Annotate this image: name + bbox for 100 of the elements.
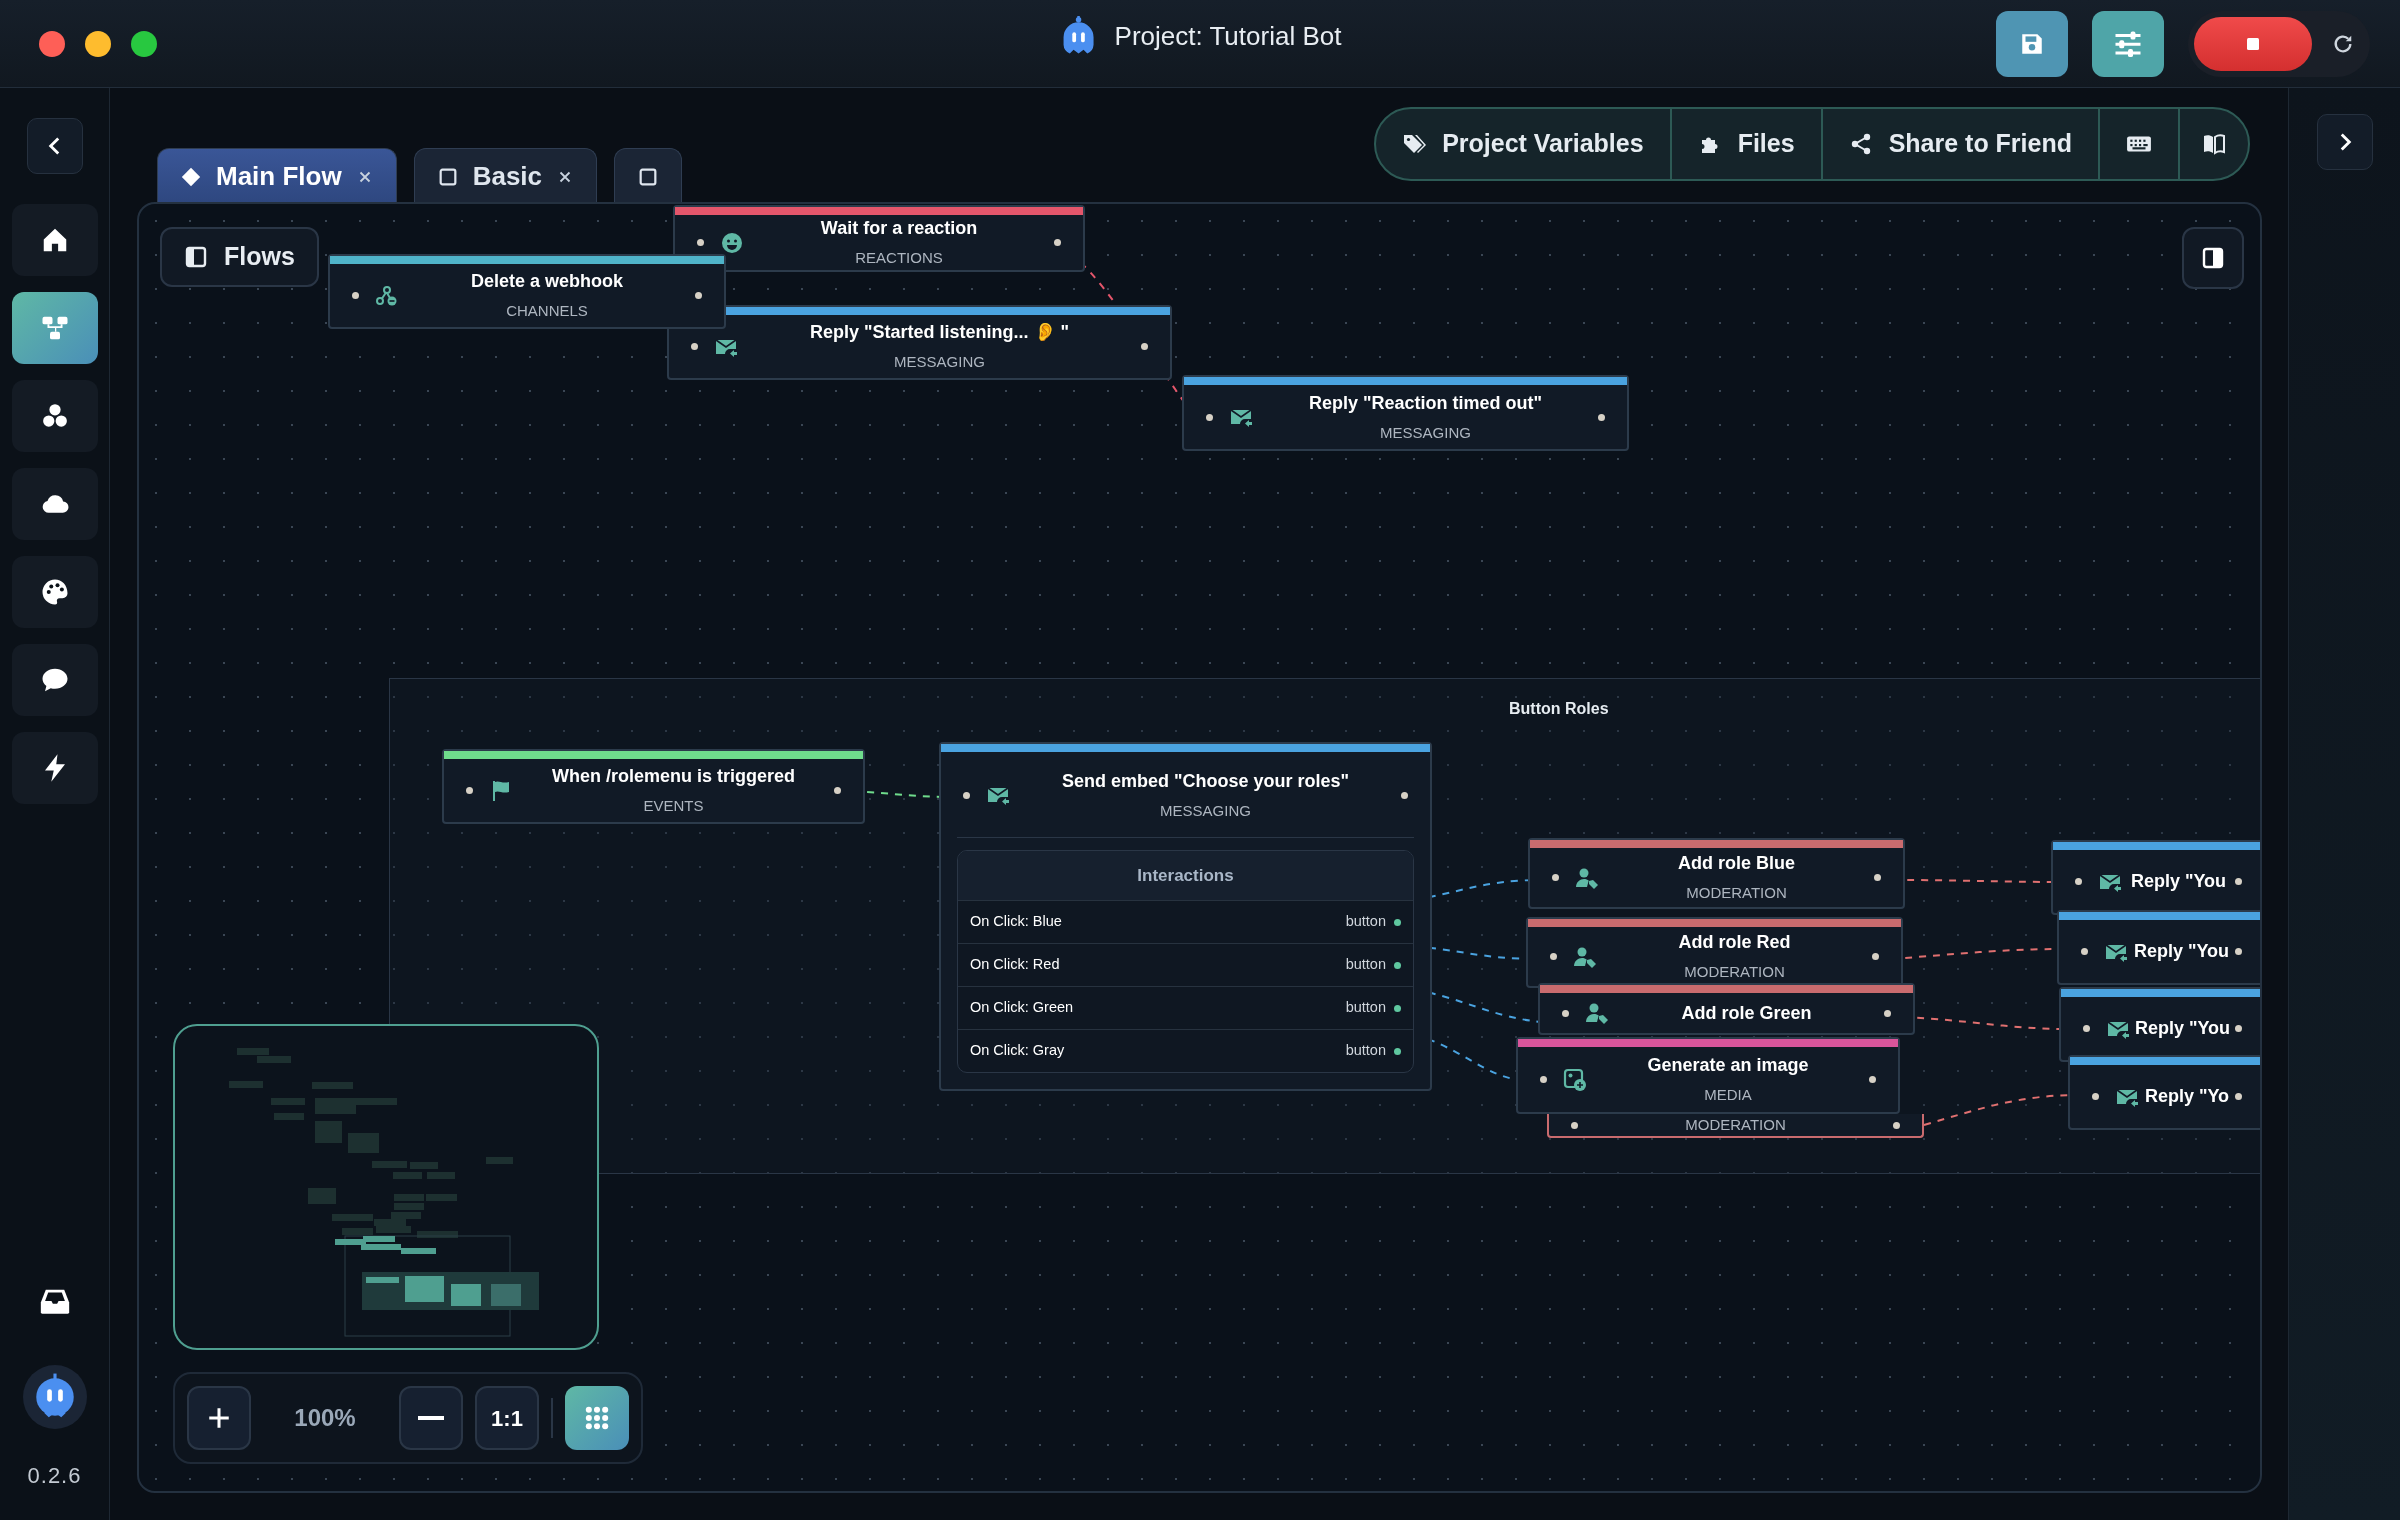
- close-window-button[interactable]: [39, 30, 65, 57]
- maximize-window-button[interactable]: [131, 30, 157, 57]
- flow-node[interactable]: Add role Green: [1538, 983, 1915, 1035]
- flow-node[interactable]: Generate an image MEDIA: [1516, 1037, 1900, 1114]
- collapse-button[interactable]: [26, 118, 83, 174]
- port-dot[interactable]: [1206, 413, 1213, 421]
- node-category: MESSAGING: [1380, 422, 1471, 443]
- port-dot[interactable]: [1562, 1009, 1569, 1017]
- port-dot[interactable]: [1552, 874, 1559, 881]
- port-dot[interactable]: [1571, 1121, 1578, 1129]
- interaction-label: On Click: Gray: [970, 1041, 1066, 1061]
- node-category: MESSAGING: [1160, 801, 1251, 821]
- node-title: Reply "You: [2134, 1017, 2231, 1040]
- grid-toggle-button[interactable]: [565, 1386, 629, 1450]
- zoom-level: 100%: [293, 1403, 357, 1433]
- node-title: Reply "Started listening... 👂 ": [809, 321, 1070, 345]
- sidebar-item[interactable]: [11, 380, 98, 452]
- port-dot[interactable]: [2075, 878, 2082, 885]
- flow-node[interactable]: Send embed "Choose your roles" MESSAGING Interactions On Click: Blue button On Click: Red button On Click: Green button On Click: Gray button: [939, 742, 1432, 1091]
- port-dot[interactable]: [1394, 961, 1401, 969]
- port-dot[interactable]: [691, 343, 698, 350]
- reset-zoom-button[interactable]: 1:1: [475, 1386, 539, 1450]
- node-title: Reply "You: [2130, 870, 2227, 893]
- interaction-type: button: [1345, 998, 1386, 1018]
- minimize-window-button[interactable]: [85, 30, 111, 57]
- port-dot[interactable]: [1598, 413, 1605, 421]
- window-title: Project: Tutorial Bot: [1114, 19, 1342, 53]
- sidebar-item[interactable]: [11, 204, 98, 276]
- flow-tab[interactable]: Basic: [413, 148, 598, 204]
- interaction-row[interactable]: On Click: Blue button: [958, 900, 1413, 943]
- flow-node[interactable]: MODERATION: [1547, 1114, 1924, 1138]
- port-dot[interactable]: [697, 239, 704, 246]
- toolbar-button[interactable]: Files: [1671, 109, 1823, 179]
- port-dot[interactable]: [1893, 1121, 1900, 1129]
- panel-header: Interactions: [958, 850, 1413, 900]
- zoom-out-button[interactable]: [399, 1386, 463, 1450]
- interaction-row[interactable]: On Click: Green button: [958, 986, 1413, 1029]
- node-title: Add role Red: [1678, 931, 1791, 955]
- minus-icon: [418, 1416, 444, 1420]
- save-button[interactable]: [1996, 10, 2068, 77]
- flow-node[interactable]: Reply "Reaction timed out" MESSAGING: [1182, 375, 1629, 451]
- port-dot[interactable]: [1872, 953, 1879, 960]
- flow-node[interactable]: Reply "Started listening... 👂 " MESSAGING: [667, 305, 1172, 380]
- port-dot[interactable]: [1874, 874, 1881, 881]
- toolbar-button[interactable]: Share to Friend: [1822, 109, 2100, 179]
- node-title: Delete a webhook: [470, 270, 623, 294]
- node-category: REACTIONS: [855, 248, 943, 269]
- flow-node[interactable]: When /rolemenu is triggered EVENTS: [442, 749, 865, 824]
- flow-tab[interactable]: Main Flow: [157, 148, 397, 204]
- flow-node[interactable]: Reply "You: [2051, 840, 2260, 915]
- port-dot[interactable]: [2235, 1093, 2242, 1100]
- interaction-row[interactable]: On Click: Gray button: [958, 1029, 1413, 1072]
- expand-button[interactable]: [2316, 114, 2373, 170]
- port-dot[interactable]: [352, 292, 359, 299]
- refresh-icon[interactable]: [2332, 32, 2354, 55]
- port-dot[interactable]: [2083, 1025, 2090, 1032]
- flow-node[interactable]: Delete a webhook CHANNELS: [328, 254, 726, 329]
- port-dot[interactable]: [2235, 948, 2242, 955]
- flow-node[interactable]: Add role Red MODERATION: [1526, 917, 1903, 988]
- port-dot[interactable]: [1394, 1004, 1401, 1012]
- node-title: When /rolemenu is triggered: [551, 765, 795, 789]
- sidebar-item[interactable]: [11, 468, 98, 540]
- port-dot[interactable]: [1054, 239, 1061, 246]
- port-dot[interactable]: [2235, 878, 2242, 885]
- port-dot[interactable]: [1869, 1076, 1876, 1083]
- port-dot[interactable]: [2092, 1093, 2099, 1100]
- zoom-in-button[interactable]: [187, 1386, 251, 1450]
- flow-node[interactable]: Reply "You: [2057, 910, 2260, 985]
- flow-node[interactable]: Wait for a reaction REACTIONS: [673, 205, 1085, 272]
- sidebar-item[interactable]: [11, 732, 98, 804]
- sidebar-item[interactable]: [11, 556, 98, 628]
- panel-toggle-button[interactable]: [2182, 227, 2244, 289]
- settings-button[interactable]: [2092, 10, 2164, 77]
- port-dot[interactable]: [466, 787, 473, 794]
- stop-button[interactable]: [2194, 16, 2312, 71]
- port-dot[interactable]: [1394, 1047, 1401, 1055]
- port-dot[interactable]: [1394, 918, 1401, 926]
- sidebar-item[interactable]: [11, 292, 98, 364]
- port-dot[interactable]: [1540, 1076, 1547, 1083]
- port-dot[interactable]: [963, 791, 970, 799]
- diamond-icon: [180, 165, 202, 188]
- flow-tab[interactable]: [614, 148, 683, 204]
- flow-node[interactable]: Reply "Yo: [2068, 1055, 2260, 1130]
- node-category: MEDIA: [1704, 1085, 1752, 1106]
- interaction-row[interactable]: On Click: Red button: [958, 943, 1413, 986]
- flow-node[interactable]: Add role Blue MODERATION: [1528, 838, 1905, 909]
- flows-button[interactable]: Flows: [160, 227, 319, 287]
- port-dot[interactable]: [2081, 948, 2088, 955]
- port-dot[interactable]: [1550, 953, 1557, 960]
- sidebar-item[interactable]: [11, 644, 98, 716]
- port-dot[interactable]: [1141, 343, 1148, 350]
- port-dot[interactable]: [2235, 1025, 2242, 1032]
- port-dot[interactable]: [834, 787, 841, 794]
- port-dot[interactable]: [1401, 791, 1408, 799]
- port-dot[interactable]: [1884, 1009, 1891, 1017]
- flow-node[interactable]: Reply "You: [2059, 987, 2260, 1062]
- interaction-label: On Click: Red: [970, 955, 1061, 975]
- toolbar-button[interactable]: Project Variables: [1376, 109, 1672, 179]
- port-dot[interactable]: [695, 292, 702, 299]
- version-label: 0.2.6: [27, 1462, 82, 1490]
